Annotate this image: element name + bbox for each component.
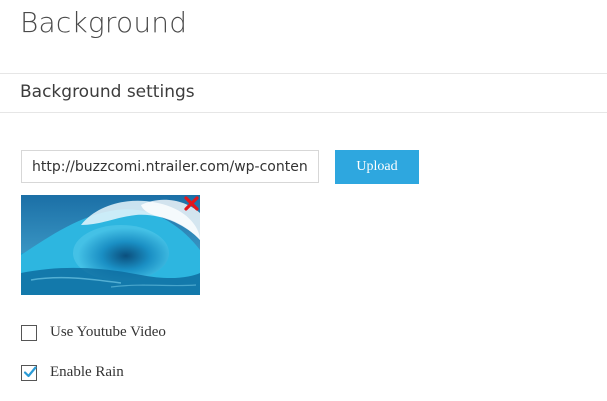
youtube-video-option[interactable]: Use Youtube Video	[21, 324, 166, 341]
divider	[0, 73, 607, 74]
checkmark-icon	[23, 365, 37, 377]
background-url-input[interactable]	[21, 150, 319, 183]
page-title: Background	[20, 6, 188, 39]
upload-button[interactable]: Upload	[335, 150, 419, 184]
youtube-video-checkbox[interactable]	[21, 324, 37, 341]
close-icon[interactable]	[184, 196, 199, 211]
enable-rain-label: Enable Rain	[50, 364, 124, 380]
background-image-preview	[21, 195, 200, 295]
wave-image	[21, 195, 200, 295]
youtube-video-label: Use Youtube Video	[50, 324, 166, 340]
divider	[0, 112, 607, 113]
enable-rain-checkbox[interactable]	[21, 364, 37, 381]
enable-rain-option[interactable]: Enable Rain	[21, 364, 124, 381]
section-title: Background settings	[20, 82, 195, 102]
